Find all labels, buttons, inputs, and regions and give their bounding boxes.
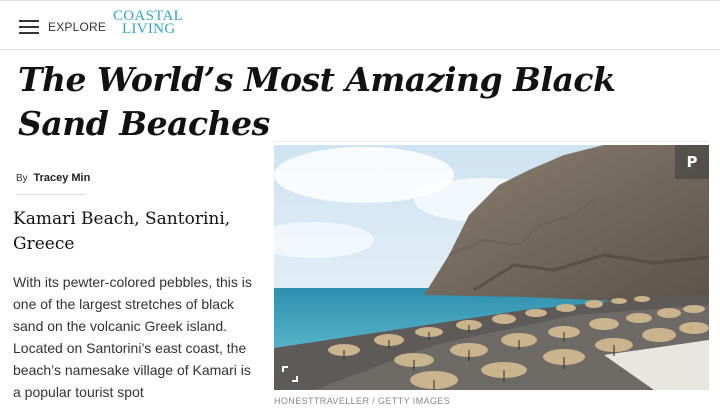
logo-line-2: LIVING [122,21,176,37]
site-header: EXPLORE COASTAL LIVING [0,0,720,50]
expand-icon[interactable] [282,366,298,382]
photo-credit: HONESTTRAVELLER / GETTY IMAGES [274,396,451,406]
byline-divider [16,194,86,195]
hamburger-menu-icon[interactable] [19,20,39,34]
photo-divider [274,141,709,142]
byline: By Tracey Min [16,172,90,184]
pinterest-icon: P [686,153,698,171]
beach-photo-illustration [274,145,709,390]
explore-button[interactable]: EXPLORE [48,20,106,34]
article-body: With its pewter-colored pebbles, this is… [13,274,252,400]
section-title: Kamari Beach, Santorini, Greece [13,209,231,254]
byline-prefix: By [16,173,28,184]
article-headline: The World’s Most Amazing Black Sand Beac… [18,60,616,143]
pinterest-button[interactable]: P [675,145,709,179]
site-logo[interactable]: COASTAL LIVING [113,9,193,37]
author-link[interactable]: Tracey Min [33,172,90,184]
article-photo[interactable]: P [274,145,709,390]
